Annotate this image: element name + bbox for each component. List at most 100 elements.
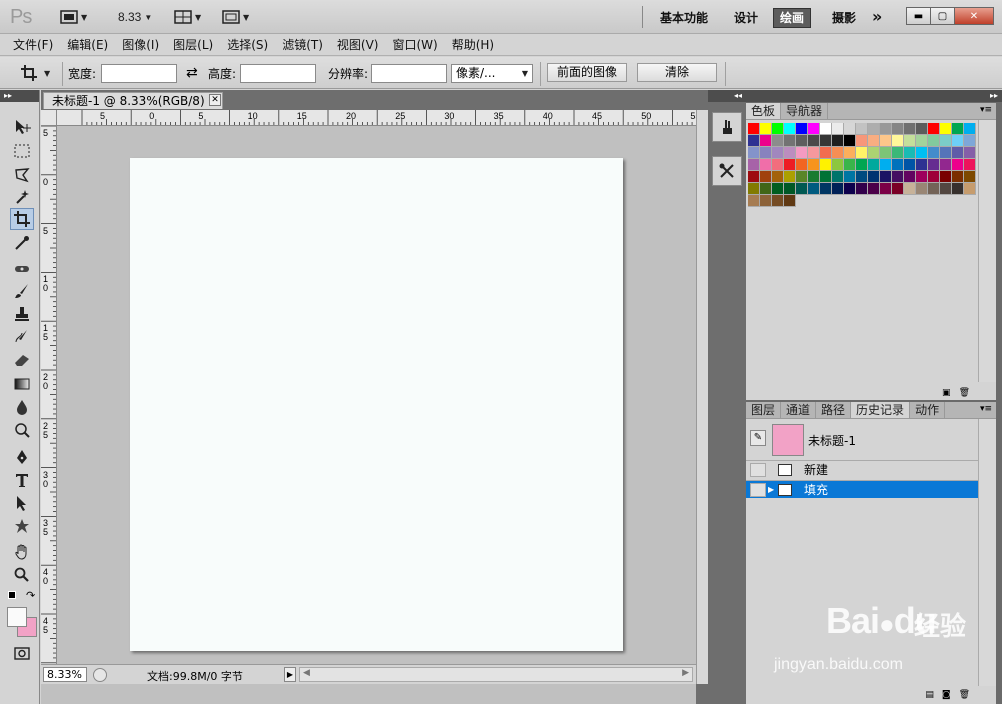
document-canvas[interactable]	[130, 158, 623, 651]
color-swatch[interactable]	[916, 123, 928, 135]
workspace-essentials[interactable]: 基本功能	[654, 8, 714, 28]
color-swatch[interactable]	[784, 171, 796, 183]
color-swatch[interactable]	[904, 135, 916, 147]
healing-brush-tool[interactable]	[10, 258, 34, 280]
color-swatch[interactable]	[964, 147, 976, 159]
color-swatch[interactable]	[796, 183, 808, 195]
color-swatch[interactable]	[916, 159, 928, 171]
color-swatch[interactable]	[892, 183, 904, 195]
swap-colors-icon[interactable]: ↷	[26, 589, 35, 602]
menu-view[interactable]: 视图(V)	[330, 36, 386, 53]
height-input[interactable]	[240, 64, 316, 83]
color-swatch[interactable]	[748, 195, 760, 207]
menu-edit[interactable]: 编辑(E)	[60, 36, 115, 53]
clone-source-button[interactable]	[712, 156, 742, 186]
tab-history[interactable]: 历史记录	[851, 402, 911, 418]
color-swatch[interactable]	[904, 147, 916, 159]
color-swatch[interactable]	[856, 123, 868, 135]
color-swatch[interactable]	[940, 147, 952, 159]
color-swatch[interactable]	[760, 147, 772, 159]
close-icon[interactable]: ✕	[954, 7, 994, 25]
color-swatch[interactable]	[880, 183, 892, 195]
color-swatch[interactable]	[844, 159, 856, 171]
clear-button[interactable]: 清除	[637, 63, 717, 82]
tab-swatches[interactable]: 色板	[746, 103, 782, 119]
minimize-icon[interactable]: ▬	[906, 7, 931, 25]
close-icon[interactable]: ✕	[209, 94, 221, 106]
color-swatch[interactable]	[772, 147, 784, 159]
color-swatch[interactable]	[760, 195, 772, 207]
tab-layers[interactable]: 图层	[746, 402, 782, 418]
color-swatch[interactable]	[760, 171, 772, 183]
workspace-painting[interactable]: 绘画	[773, 8, 812, 28]
color-swatch[interactable]	[940, 171, 952, 183]
color-swatch[interactable]	[916, 183, 928, 195]
color-swatch[interactable]	[784, 123, 796, 135]
color-swatch[interactable]	[772, 123, 784, 135]
color-swatch[interactable]	[820, 123, 832, 135]
color-swatch[interactable]	[952, 159, 964, 171]
status-zoom-field[interactable]: 8.33%	[43, 667, 87, 682]
color-swatch[interactable]	[928, 135, 940, 147]
color-swatch[interactable]	[940, 123, 952, 135]
color-swatch[interactable]	[832, 171, 844, 183]
status-clock-icon[interactable]	[93, 668, 107, 682]
status-menu-arrow-icon[interactable]: ▶	[284, 667, 296, 682]
new-swatch-icon[interactable]: ▣	[942, 388, 951, 400]
quick-selection-tool[interactable]	[10, 186, 34, 208]
color-swatch[interactable]	[868, 159, 880, 171]
color-swatch[interactable]	[844, 123, 856, 135]
color-swatch[interactable]	[856, 135, 868, 147]
color-swatch[interactable]	[844, 135, 856, 147]
default-colors-icon[interactable]	[8, 591, 16, 599]
path-selection-tool[interactable]	[10, 492, 34, 514]
eraser-tool[interactable]	[10, 349, 34, 371]
color-swatch[interactable]	[964, 135, 976, 147]
color-swatch[interactable]	[892, 159, 904, 171]
pen-tool[interactable]	[10, 446, 34, 468]
color-swatch[interactable]	[868, 171, 880, 183]
panel-menu-icon[interactable]: ▾≡	[980, 105, 992, 115]
history-brush-source-icon[interactable]: ✎	[750, 430, 766, 446]
swap-dimensions-icon[interactable]: ⇄	[186, 63, 198, 83]
tab-paths[interactable]: 路径	[816, 402, 852, 418]
color-swatch[interactable]	[832, 147, 844, 159]
color-swatch[interactable]	[868, 147, 880, 159]
ruler-origin[interactable]	[41, 110, 57, 126]
color-swatch[interactable]	[748, 171, 760, 183]
color-swatch[interactable]	[892, 147, 904, 159]
color-swatch[interactable]	[820, 135, 832, 147]
trash-icon[interactable]: 🗑	[959, 690, 970, 702]
swatches-scrollbar[interactable]	[978, 120, 996, 382]
quick-mask-button[interactable]	[10, 642, 34, 664]
color-swatch[interactable]	[772, 135, 784, 147]
color-swatch[interactable]	[808, 171, 820, 183]
color-swatch[interactable]	[940, 135, 952, 147]
workspace-design[interactable]: 设计	[728, 8, 764, 28]
workspace-more-button[interactable]: »	[866, 8, 888, 28]
dock-collapse-icon[interactable]: ▸▸	[746, 90, 1002, 102]
document-tab[interactable]: 未标题-1 @ 8.33%(RGB/8) *	[43, 92, 223, 109]
color-swatch[interactable]	[892, 123, 904, 135]
color-swatch[interactable]	[880, 159, 892, 171]
dodge-tool[interactable]	[10, 419, 34, 441]
history-step-selected[interactable]: ▶ 填充	[746, 480, 978, 498]
color-swatch[interactable]	[928, 183, 940, 195]
color-swatch[interactable]	[808, 147, 820, 159]
crop-tool[interactable]	[10, 208, 34, 230]
color-swatch[interactable]	[808, 135, 820, 147]
history-step[interactable]: 新建	[746, 460, 978, 478]
color-swatch[interactable]	[964, 183, 976, 195]
front-image-button[interactable]: 前面的图像	[547, 63, 627, 82]
color-swatch[interactable]	[748, 147, 760, 159]
camera-snapshot-icon[interactable]: ◙	[942, 690, 951, 702]
color-swatch[interactable]	[928, 147, 940, 159]
history-snapshot[interactable]: ✎ 未标题-1	[746, 422, 978, 458]
color-swatch[interactable]	[760, 135, 772, 147]
shape-tool[interactable]	[10, 515, 34, 537]
color-swatch[interactable]	[748, 183, 760, 195]
zoom-level-dropdown[interactable]: 8.33 ▼	[118, 8, 152, 26]
arrange-documents-button[interactable]: ▼	[174, 8, 201, 26]
color-swatch[interactable]	[928, 123, 940, 135]
menu-select[interactable]: 选择(S)	[220, 36, 275, 53]
